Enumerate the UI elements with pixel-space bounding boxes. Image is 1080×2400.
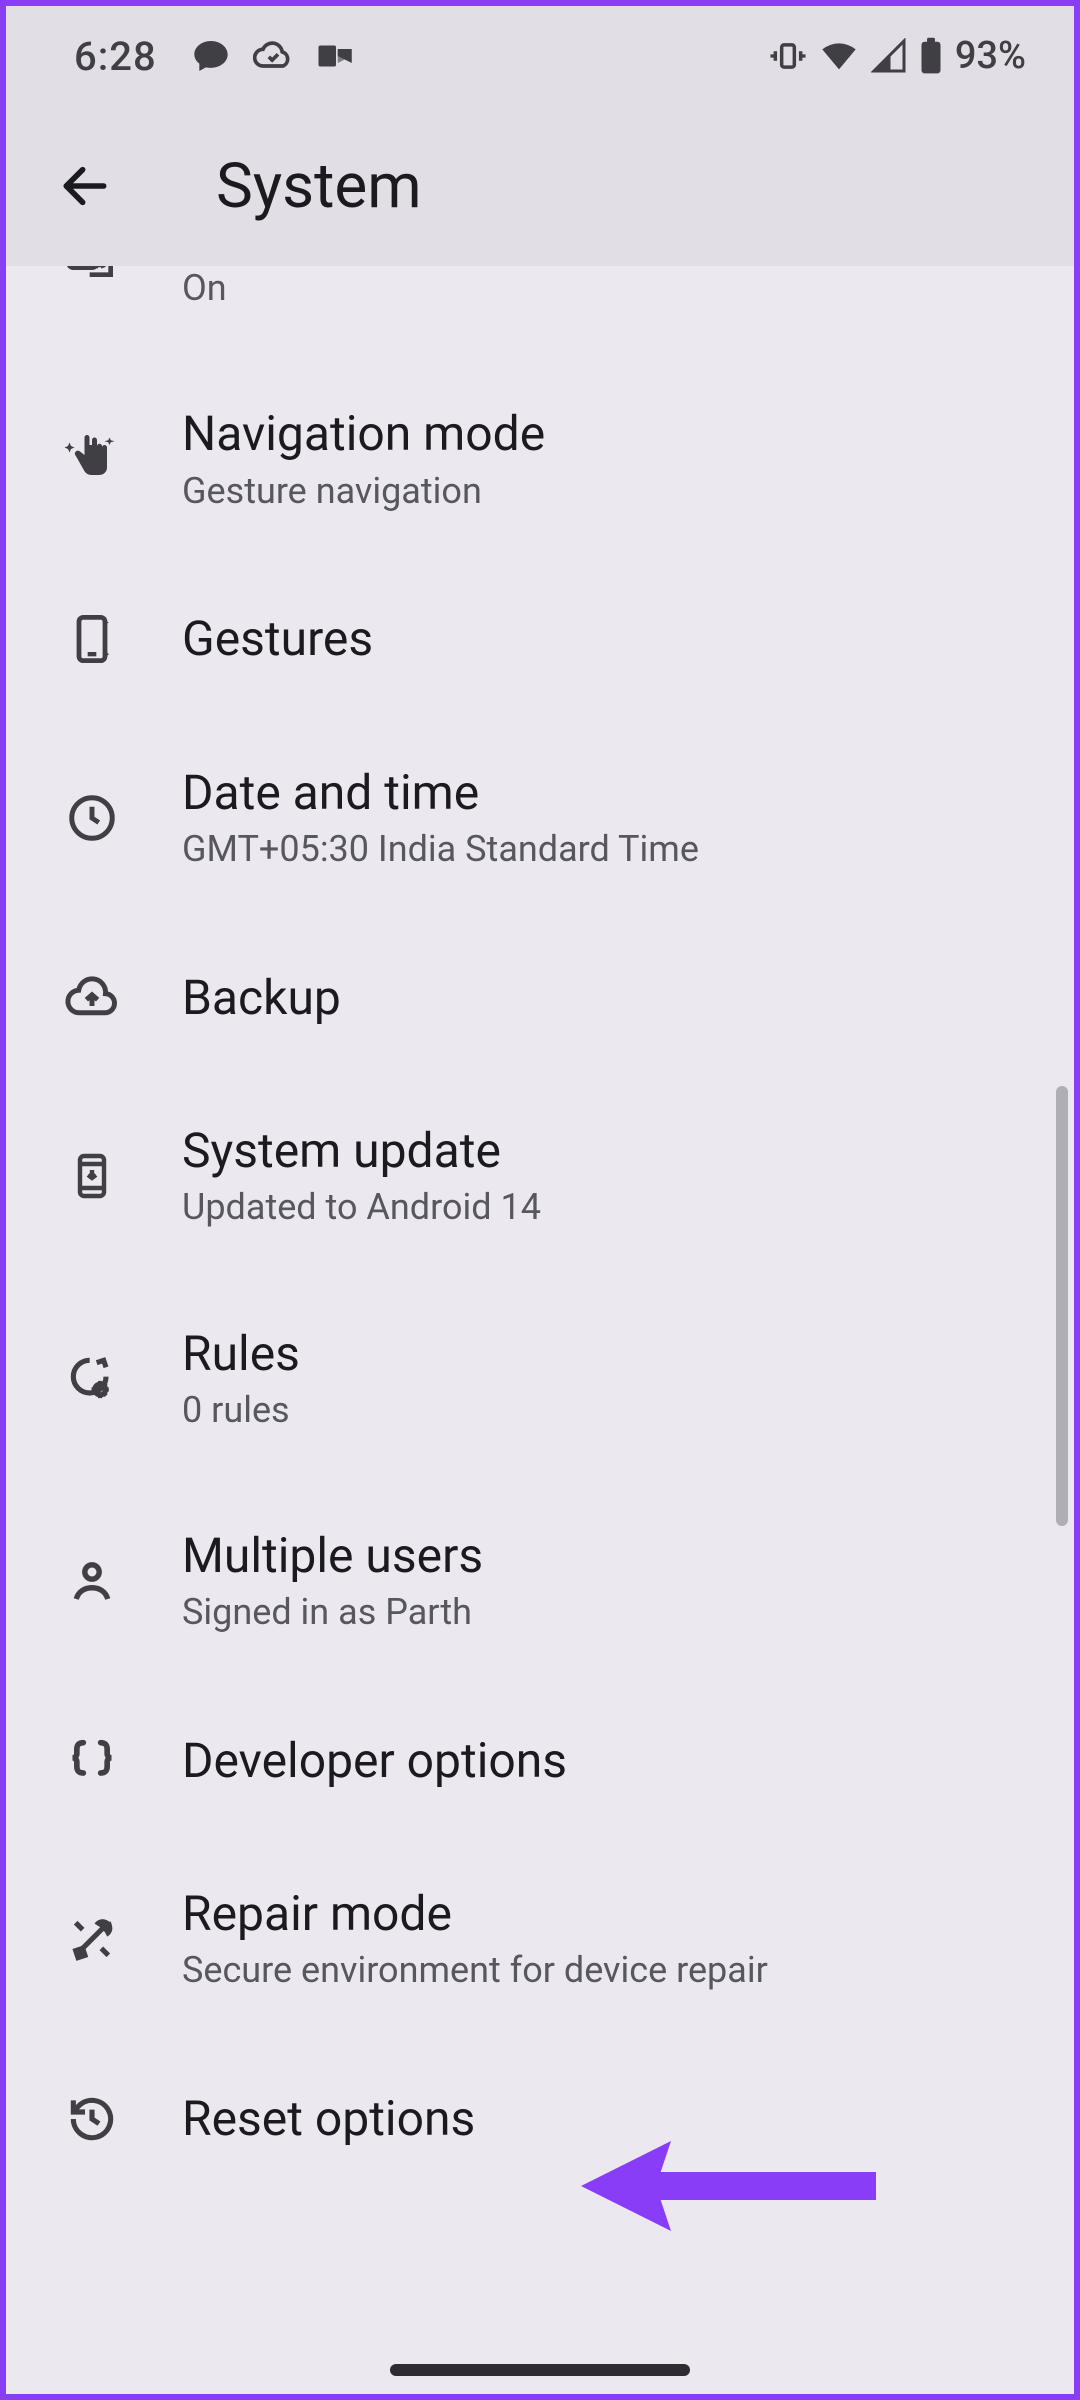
item-subtitle: Gesture navigation xyxy=(182,470,545,513)
item-date-time[interactable]: Date and time GMT+05:30 India Standard T… xyxy=(6,717,1074,919)
item-rules[interactable]: Rules 0 rules xyxy=(6,1278,1074,1480)
item-title: Repair mode xyxy=(182,1886,768,1941)
rules-icon xyxy=(62,1349,122,1409)
item-backup[interactable]: Backup xyxy=(6,919,1074,1075)
item-title: Multiple users xyxy=(182,1528,483,1583)
tools-icon xyxy=(62,1909,122,1969)
battery-icon xyxy=(919,37,943,75)
settings-list: Live Translate On Navigation mode Gestur… xyxy=(6,266,1074,2197)
sync-cloud-icon xyxy=(253,36,293,76)
page-title: System xyxy=(216,150,422,223)
item-live-translate[interactable]: Live Translate On xyxy=(6,266,1074,358)
hand-sparkle-icon xyxy=(62,430,122,490)
scrollbar-thumb[interactable] xyxy=(1056,1086,1068,1526)
status-right: 93% xyxy=(769,34,1026,78)
system-update-icon xyxy=(62,1146,122,1206)
item-repair-mode[interactable]: Repair mode Secure environment for devic… xyxy=(6,1838,1074,2040)
phone-sparkle-icon xyxy=(62,609,122,669)
clock-icon xyxy=(62,788,122,848)
outlook-icon xyxy=(315,35,357,77)
item-title: Gestures xyxy=(182,611,373,666)
app-bar: System xyxy=(6,106,1074,266)
navigation-handle[interactable] xyxy=(390,2364,690,2376)
item-title: Backup xyxy=(182,970,341,1025)
status-clock: 6:28 xyxy=(74,33,157,80)
item-system-update[interactable]: System update Updated to Android 14 xyxy=(6,1075,1074,1277)
history-reset-icon xyxy=(62,2089,122,2149)
signal-icon xyxy=(871,38,907,74)
item-subtitle: Updated to Android 14 xyxy=(182,1186,541,1229)
cloud-upload-icon xyxy=(62,967,122,1027)
battery-percent: 93% xyxy=(955,34,1026,78)
vibrate-icon xyxy=(769,37,807,75)
item-title: Reset options xyxy=(182,2091,475,2146)
braces-icon xyxy=(62,1730,122,1790)
item-subtitle: Signed in as Parth xyxy=(182,1591,483,1634)
wifi-icon xyxy=(819,36,859,76)
item-title: Rules xyxy=(182,1326,300,1381)
person-icon xyxy=(62,1551,122,1611)
item-title: Date and time xyxy=(182,765,699,820)
translate-icon xyxy=(62,266,122,286)
chat-icon xyxy=(191,36,231,76)
item-developer-options[interactable]: Developer options xyxy=(6,1682,1074,1838)
arrow-back-icon xyxy=(57,158,113,214)
back-button[interactable] xyxy=(50,151,120,221)
item-gestures[interactable]: Gestures xyxy=(6,561,1074,717)
item-reset-options[interactable]: Reset options xyxy=(6,2041,1074,2197)
item-title: System update xyxy=(182,1123,541,1178)
status-bar: 6:28 93% xyxy=(6,6,1074,106)
item-subtitle: 0 rules xyxy=(182,1389,300,1432)
status-left: 6:28 xyxy=(74,33,357,80)
item-navigation-mode[interactable]: Navigation mode Gesture navigation xyxy=(6,358,1074,560)
item-title: Navigation mode xyxy=(182,406,545,461)
item-subtitle: Secure environment for device repair xyxy=(182,1949,768,1992)
item-multiple-users[interactable]: Multiple users Signed in as Parth xyxy=(6,1480,1074,1682)
item-subtitle: GMT+05:30 India Standard Time xyxy=(182,828,699,871)
item-subtitle: On xyxy=(182,267,477,310)
item-title: Developer options xyxy=(182,1733,567,1788)
